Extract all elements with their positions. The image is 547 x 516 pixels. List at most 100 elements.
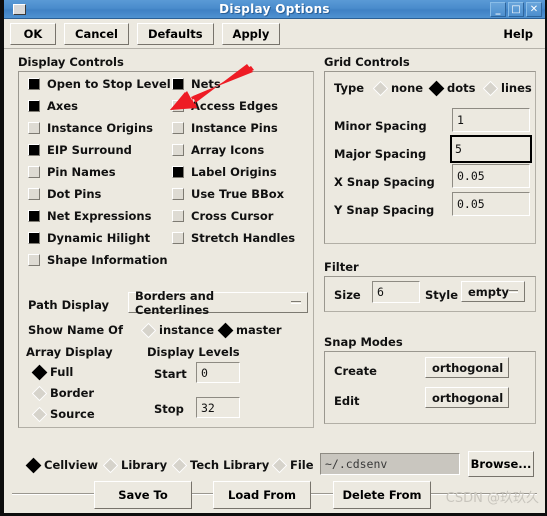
chevron-down-icon — [509, 290, 518, 293]
path-display-label: Path Display — [28, 298, 109, 312]
stop-input[interactable]: 32 — [196, 397, 240, 418]
checkbox-label-origins[interactable]: Label Origins — [172, 165, 277, 179]
start-input[interactable]: 0 — [196, 362, 240, 383]
radio-indicator — [217, 322, 234, 338]
checkbox-net-expressions[interactable]: Net Expressions — [28, 209, 151, 223]
snap-edit-label: Edit — [334, 394, 360, 408]
apply-button[interactable]: Apply — [221, 22, 281, 45]
filter-style-label: Style — [425, 288, 459, 302]
checkbox-dynamic-hilight[interactable]: Dynamic Hilight — [28, 231, 150, 245]
y-snap-spacing-input[interactable]: 0.05 — [452, 192, 530, 216]
radio-scope-file[interactable]: File — [271, 457, 314, 473]
radio-label: Tech Library — [190, 458, 270, 472]
checkbox-axes[interactable]: Axes — [28, 99, 78, 113]
major-spacing-input[interactable]: 5 — [450, 135, 532, 163]
browse-button[interactable]: Browse... — [468, 451, 534, 477]
filter-title: Filter — [324, 260, 359, 274]
radio-label: none — [391, 81, 424, 95]
checkbox-eip-surround[interactable]: EIP Surround — [28, 143, 132, 157]
radio-indicator — [171, 457, 188, 473]
radio-scope-cellview[interactable]: Cellview — [25, 457, 98, 473]
radio-label: Border — [50, 386, 95, 400]
snap-create-dropdown[interactable]: orthogonal — [425, 357, 509, 378]
checkbox-label: Use True BBox — [191, 187, 285, 201]
checkbox-stretch-handles[interactable]: Stretch Handles — [172, 231, 295, 245]
filter-size-label: Size — [334, 288, 361, 302]
checkbox-open-to-stop-level[interactable]: Open to Stop Level — [28, 77, 171, 91]
radio-grid-lines[interactable]: lines — [482, 80, 532, 96]
checkbox-dot-pins[interactable]: Dot Pins — [28, 187, 101, 201]
file-path-input[interactable]: ~/.cdsenv — [320, 453, 460, 475]
filter-style-dropdown[interactable]: empty — [461, 281, 525, 302]
x-snap-spacing-label: X Snap Spacing — [334, 175, 435, 189]
checkbox-label: Stretch Handles — [191, 231, 296, 245]
chevron-down-icon — [291, 301, 301, 304]
checkbox-instance-origins[interactable]: Instance Origins — [28, 121, 153, 135]
checkbox-access-edges[interactable]: Access Edges — [172, 99, 278, 113]
path-display-dropdown[interactable]: Borders and Centerlines — [128, 289, 308, 317]
snap-create-value: orthogonal — [432, 360, 504, 375]
checkbox-indicator — [172, 188, 184, 200]
path-display-value: Borders and Centerlines — [135, 288, 215, 317]
action-toolbar: OK Cancel Defaults Apply Help — [4, 19, 545, 49]
minor-spacing-input[interactable]: 1 — [452, 108, 530, 132]
radio-array-full[interactable]: Full — [31, 364, 73, 380]
radio-show-name-master[interactable]: master — [217, 322, 282, 338]
checkbox-indicator — [172, 232, 184, 244]
checkbox-indicator — [172, 122, 184, 134]
checkbox-shape-information[interactable]: Shape Information — [28, 253, 168, 267]
checkbox-label: Axes — [47, 99, 78, 113]
load-from-button[interactable]: Load From — [213, 481, 311, 509]
maximize-icon[interactable]: □ — [508, 2, 524, 17]
checkbox-label: Instance Pins — [191, 121, 278, 135]
radio-indicator — [271, 457, 288, 473]
radio-label: Source — [50, 407, 95, 421]
checkbox-instance-pins[interactable]: Instance Pins — [172, 121, 278, 135]
checkbox-indicator — [28, 254, 40, 266]
radio-label: lines — [501, 81, 532, 95]
checkbox-array-icons[interactable]: Array Icons — [172, 143, 264, 157]
defaults-button[interactable]: Defaults — [136, 22, 214, 45]
checkbox-nets[interactable]: Nets — [172, 77, 221, 91]
delete-from-button[interactable]: Delete From — [333, 481, 431, 509]
filter-size-input[interactable]: 6 — [372, 281, 420, 303]
checkbox-pin-names[interactable]: Pin Names — [28, 165, 116, 179]
checkbox-label: Nets — [191, 77, 221, 91]
radio-indicator — [31, 406, 48, 422]
radio-label: File — [290, 458, 314, 472]
help-button[interactable]: Help — [497, 23, 539, 45]
checkbox-use-true-bbox[interactable]: Use True BBox — [172, 187, 284, 201]
radio-indicator — [372, 80, 389, 96]
checkbox-indicator — [28, 232, 40, 244]
checkbox-label: Access Edges — [191, 99, 278, 113]
display-options-window: Display Options _ □ ✕ OK Cancel Defaults… — [0, 0, 547, 516]
checkbox-label: Cross Cursor — [191, 209, 274, 223]
checkbox-indicator — [28, 122, 40, 134]
radio-indicator — [31, 364, 48, 380]
minor-spacing-label: Minor Spacing — [334, 119, 427, 133]
radio-grid-none[interactable]: none — [372, 80, 424, 96]
ok-button[interactable]: OK — [10, 22, 56, 45]
checkbox-indicator — [172, 78, 184, 90]
radio-array-source[interactable]: Source — [31, 406, 95, 422]
checkbox-cross-cursor[interactable]: Cross Cursor — [172, 209, 273, 223]
snap-edit-dropdown[interactable]: orthogonal — [425, 387, 509, 408]
radio-show-name-instance[interactable]: instance — [140, 322, 214, 338]
title-bar: Display Options _ □ ✕ — [4, 0, 545, 19]
cancel-button[interactable]: Cancel — [64, 22, 129, 45]
grid-type-label: Type — [334, 81, 365, 95]
radio-scope-tech-library[interactable]: Tech Library — [171, 457, 270, 473]
save-to-button[interactable]: Save To — [94, 481, 192, 509]
radio-scope-library[interactable]: Library — [102, 457, 167, 473]
minimize-icon[interactable]: _ — [490, 2, 506, 17]
radio-indicator — [31, 385, 48, 401]
array-display-label: Array Display — [26, 345, 113, 359]
radio-array-border[interactable]: Border — [31, 385, 95, 401]
grid-controls-title: Grid Controls — [324, 55, 410, 69]
checkbox-indicator — [28, 166, 40, 178]
checkbox-indicator — [172, 144, 184, 156]
x-snap-spacing-input[interactable]: 0.05 — [452, 164, 530, 188]
close-icon[interactable]: ✕ — [526, 2, 542, 17]
checkbox-label: Array Icons — [191, 143, 265, 157]
radio-grid-dots[interactable]: dots — [428, 80, 475, 96]
